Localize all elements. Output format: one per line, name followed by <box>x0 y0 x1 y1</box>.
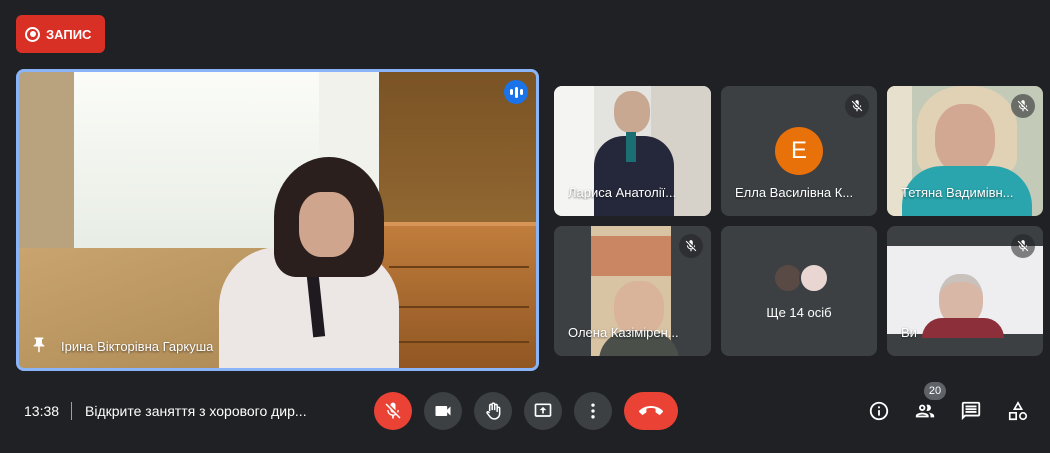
microphone-off-icon <box>845 94 869 118</box>
microphone-off-icon <box>1011 94 1035 118</box>
raise-hand-icon <box>486 402 501 420</box>
more-options-button[interactable] <box>574 392 612 430</box>
meeting-title: Відкрите заняття з хорового дир... <box>85 403 307 419</box>
microphone-off-icon <box>1011 234 1035 258</box>
leave-call-button[interactable] <box>624 392 678 430</box>
participant-name: Тетяна Вадимівн... <box>901 185 1014 200</box>
camera-icon <box>435 406 451 416</box>
clock: 13:38 <box>24 403 60 419</box>
participant-count-badge: 20 <box>924 382 946 400</box>
present-screen-button[interactable] <box>524 392 562 430</box>
avatar: E <box>775 127 823 175</box>
recording-label: ЗАПИС <box>46 26 92 42</box>
end-call-icon <box>639 406 663 415</box>
participant-name: Ви <box>901 325 917 340</box>
more-options-icon <box>591 403 595 419</box>
recording-badge[interactable]: ЗАПИС <box>16 15 105 53</box>
participant-name: Елла Василівна К... <box>735 185 854 200</box>
camera-toggle-button[interactable] <box>424 392 462 430</box>
chat-button[interactable] <box>959 399 983 423</box>
microphone-off-icon <box>679 234 703 258</box>
present-screen-icon <box>534 403 552 417</box>
pin-icon[interactable] <box>30 335 48 355</box>
raise-hand-button[interactable] <box>474 392 512 430</box>
participant-tile[interactable]: Тетяна Вадимівн... <box>887 86 1043 216</box>
info-icon <box>869 401 889 421</box>
participant-name: Олена Казімірен... <box>568 325 679 340</box>
participant-name: Лариса Анатолії... <box>568 185 677 200</box>
avatar-group <box>773 263 829 293</box>
participant-name: Ірина Вікторівна Гаркуша <box>61 339 214 354</box>
microphone-off-icon <box>385 402 401 419</box>
people-button[interactable] <box>913 399 937 423</box>
self-view-tile[interactable]: Ви <box>887 226 1043 356</box>
participant-tile[interactable]: E Елла Василівна К... <box>721 86 877 216</box>
speaking-indicator-icon <box>504 80 528 104</box>
participant-tile[interactable]: Олена Казімірен... <box>554 226 711 356</box>
participant-tile[interactable]: Лариса Анатолії... <box>554 86 711 216</box>
meeting-details-button[interactable] <box>867 399 891 423</box>
more-participants-label: Ще 14 осіб <box>766 305 832 320</box>
microphone-toggle-button[interactable] <box>374 392 412 430</box>
main-speaker-tile[interactable]: Ірина Вікторівна Гаркуша <box>16 69 539 371</box>
people-icon <box>915 404 935 418</box>
activities-icon <box>1008 401 1027 421</box>
dresser <box>379 222 536 368</box>
avatar <box>799 263 829 293</box>
chat-icon <box>961 401 981 421</box>
more-participants-tile[interactable]: Ще 14 осіб <box>721 226 877 356</box>
activities-button[interactable] <box>1006 399 1030 423</box>
record-icon <box>25 26 40 42</box>
divider <box>71 402 72 420</box>
